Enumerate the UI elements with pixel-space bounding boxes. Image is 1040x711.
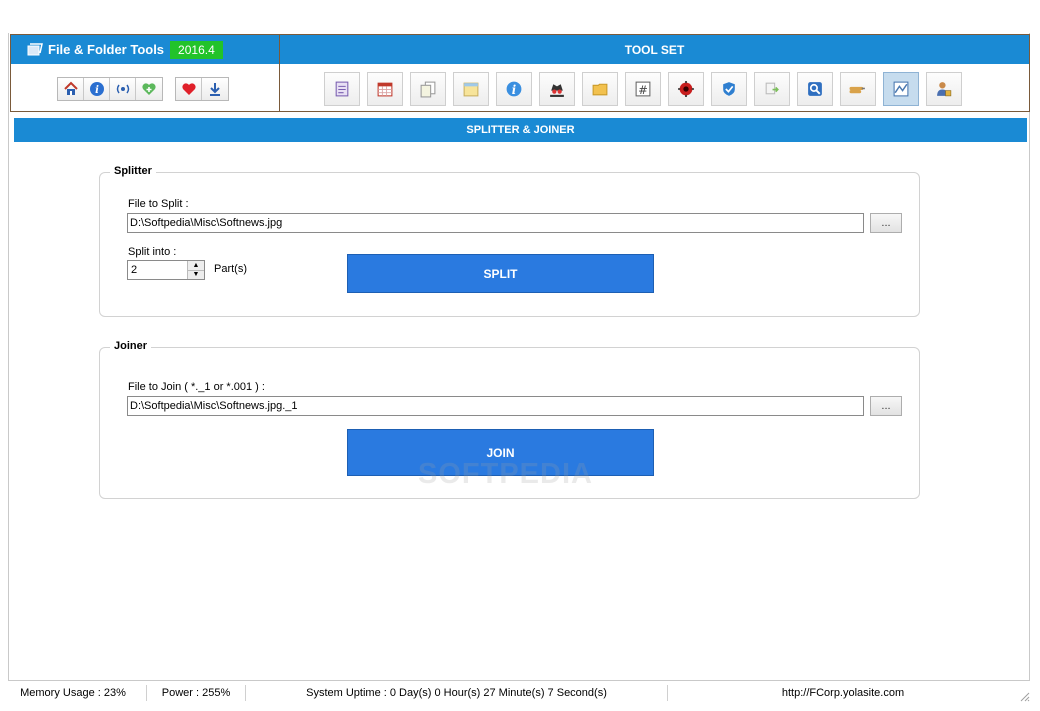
rename-icon <box>765 82 779 95</box>
app-title: File & Folder Tools <box>48 42 165 57</box>
health-plus-icon <box>142 83 156 95</box>
tool-button-splitter[interactable] <box>883 72 919 106</box>
tool-button-note[interactable] <box>453 72 489 106</box>
tool-button-search[interactable] <box>797 72 833 106</box>
hash-icon: # <box>635 81 651 97</box>
toolset-title: TOOL SET <box>280 35 1029 64</box>
stepper-up-icon[interactable]: ▲ <box>188 261 204 271</box>
home-button[interactable] <box>58 78 84 100</box>
tool-button-shield[interactable] <box>711 72 747 106</box>
spy-icon <box>550 84 564 97</box>
download-icon <box>210 83 220 96</box>
splitter-group: Splitter <box>99 165 920 317</box>
nav-group-extra <box>175 77 229 101</box>
heart-icon <box>181 83 196 95</box>
folder-icon <box>592 83 608 96</box>
tool-button-hash[interactable]: # <box>625 72 661 106</box>
hand-pointer-icon <box>849 86 865 94</box>
tool-button-info-circle[interactable]: i <box>496 72 532 106</box>
tool-button-spy[interactable] <box>539 72 575 106</box>
favorite-button[interactable] <box>176 78 202 100</box>
parts-stepper-arrows[interactable]: ▲ ▼ <box>187 261 204 279</box>
parts-value: 2 <box>131 264 138 276</box>
split-file-label: File to Split : <box>128 198 189 210</box>
download-button[interactable] <box>202 78 228 100</box>
info-icon: i <box>89 82 104 96</box>
splitter-icon <box>893 81 909 97</box>
app-header: File & Folder Tools 2016.4 i <box>10 34 280 112</box>
splitter-group-title: Splitter <box>110 165 156 177</box>
split-file-input[interactable] <box>127 213 864 233</box>
note-icon <box>463 82 479 97</box>
split-button[interactable]: SPLIT <box>347 254 654 293</box>
resize-grip-icon[interactable] <box>1018 690 1030 702</box>
split-browse-button[interactable]: ... <box>870 213 902 233</box>
join-file-input[interactable] <box>127 396 864 416</box>
app-titlebar: File & Folder Tools 2016.4 <box>11 35 279 64</box>
calendar-icon <box>377 82 393 97</box>
search-icon <box>808 82 822 96</box>
copy-pages-icon <box>420 81 436 98</box>
tool-button-copy-pages[interactable] <box>410 72 446 106</box>
tool-button-user-lock[interactable] <box>926 72 962 106</box>
stepper-down-icon[interactable]: ▼ <box>188 270 204 279</box>
tool-button-virus[interactable] <box>668 72 704 106</box>
tool-button-calendar[interactable] <box>367 72 403 106</box>
info-circle-icon: i <box>506 81 522 97</box>
tool-button-rename[interactable] <box>754 72 790 106</box>
shield-icon <box>723 82 735 96</box>
user-lock-icon <box>937 82 952 97</box>
svg-text:i: i <box>512 83 516 97</box>
join-browse-button[interactable]: ... <box>870 396 902 416</box>
power-status: Power : 255% <box>147 685 246 701</box>
about-button[interactable]: i <box>84 78 110 100</box>
toolset-panel: TOOL SET i # <box>280 34 1030 112</box>
joiner-group-title: Joiner <box>110 340 152 352</box>
website-link[interactable]: http://FCorp.yolasite.com <box>668 685 1018 701</box>
app-logo-icon <box>27 42 43 55</box>
nav-group-main: i <box>57 77 163 101</box>
home-icon <box>63 81 78 95</box>
nav-buttons: i <box>57 77 241 101</box>
version-badge: 2016.4 <box>170 40 223 59</box>
section-title: SPLITTER & JOINER <box>14 118 1027 142</box>
split-into-label: Split into : <box>128 246 177 258</box>
notepad-icon <box>335 81 349 97</box>
memory-usage: Memory Usage : 23% <box>0 685 147 701</box>
system-uptime: System Uptime : 0 Day(s) 0 Hour(s) 27 Mi… <box>246 685 668 701</box>
parts-unit-label: Part(s) <box>214 263 247 275</box>
softpedia-watermark: SOFTPEDIA <box>418 458 593 490</box>
svg-text:#: # <box>638 83 648 97</box>
parts-stepper[interactable]: 2 ▲ ▼ <box>127 260 205 280</box>
broadcast-button[interactable] <box>110 78 136 100</box>
tool-button-folder[interactable] <box>582 72 618 106</box>
health-button[interactable] <box>136 78 162 100</box>
svg-text:i: i <box>95 85 99 96</box>
virus-icon <box>678 81 694 97</box>
broadcast-icon <box>116 84 129 94</box>
status-bar: Memory Usage : 23% Power : 255% System U… <box>0 682 1040 704</box>
toolset-toolbar: i # <box>324 72 962 106</box>
join-file-label: File to Join ( *._1 or *.001 ) : <box>128 381 265 393</box>
tool-button-hand-pointer[interactable] <box>840 72 876 106</box>
tool-button-notepad[interactable] <box>324 72 360 106</box>
